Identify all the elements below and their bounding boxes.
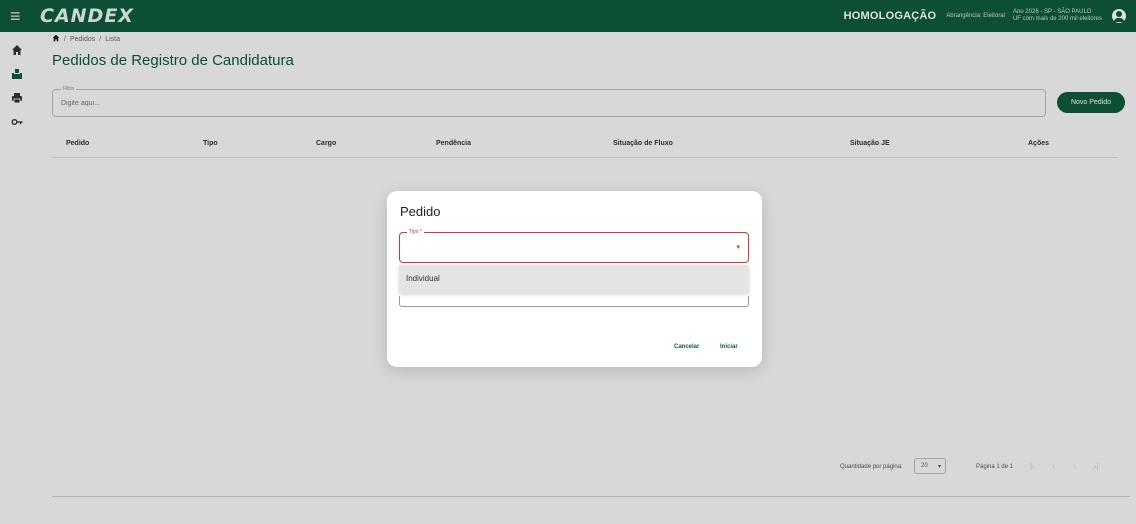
type-options-panel: Individual bbox=[399, 265, 749, 293]
type-select[interactable]: Tipo * ▾ bbox=[399, 229, 749, 263]
second-field[interactable] bbox=[399, 296, 749, 307]
order-dialog: Pedido Tipo * ▾ Individual Cancelar Inic… bbox=[387, 191, 762, 367]
start-button[interactable]: Iniciar bbox=[720, 344, 738, 350]
cancel-button[interactable]: Cancelar bbox=[674, 344, 699, 350]
dialog-title: Pedido bbox=[400, 204, 441, 219]
type-select-label: Tipo * bbox=[407, 229, 424, 235]
type-option-individual[interactable]: Individual bbox=[406, 274, 440, 283]
chevron-down-icon: ▾ bbox=[736, 244, 740, 251]
